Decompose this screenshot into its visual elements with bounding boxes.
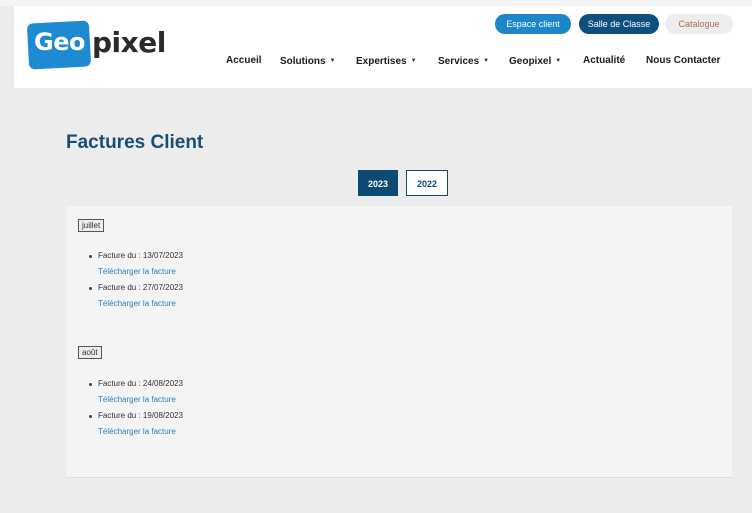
salle-de-classe-button[interactable]: Salle de Classe: [579, 14, 659, 34]
invoice-list-juillet: Facture du : 13/07/2023 Télécharger la f…: [88, 248, 183, 312]
site-header: Geo pixel Espace client Salle de Classe …: [14, 6, 752, 88]
nav-nous-contacter[interactable]: Nous Contacter: [646, 54, 720, 68]
nav-accueil[interactable]: Accueil: [226, 54, 262, 68]
catalogue-button[interactable]: Catalogue: [665, 14, 733, 34]
dropdown-caret-icon: ▼: [555, 58, 562, 64]
month-label-aout: août: [78, 346, 102, 359]
download-invoice-link[interactable]: Télécharger la facture: [88, 424, 183, 440]
invoice-item: Facture du : 27/07/2023: [88, 280, 183, 296]
invoices-panel: juillet Facture du : 13/07/2023 Téléchar…: [66, 206, 732, 478]
nav-geopixel[interactable]: Geopixel ▼: [509, 54, 561, 69]
logo-text-geo: Geo: [34, 28, 85, 56]
year-tab-2023[interactable]: 2023: [358, 170, 398, 196]
dropdown-caret-icon: ▼: [410, 58, 417, 64]
dropdown-caret-icon: ▼: [483, 58, 490, 64]
invoice-item: Facture du : 24/08/2023: [88, 376, 183, 392]
month-label-juillet: juillet: [78, 219, 105, 232]
download-invoice-link[interactable]: Télécharger la facture: [88, 392, 183, 408]
download-invoice-link[interactable]: Télécharger la facture: [88, 296, 183, 312]
dropdown-caret-icon: ▼: [329, 58, 336, 64]
nav-actualite[interactable]: Actualité: [583, 54, 625, 68]
nav-expertises[interactable]: Expertises ▼: [356, 54, 417, 69]
invoice-list-aout: Facture du : 24/08/2023 Télécharger la f…: [88, 376, 183, 440]
invoice-item: Facture du : 19/08/2023: [88, 408, 183, 424]
invoice-item: Facture du : 13/07/2023: [88, 248, 183, 264]
page-title: Factures Client: [66, 132, 204, 153]
nav-services[interactable]: Services ▼: [438, 54, 489, 69]
nav-solutions[interactable]: Solutions ▼: [280, 54, 336, 69]
espace-client-button[interactable]: Espace client: [495, 14, 571, 34]
year-tab-2022[interactable]: 2022: [406, 170, 448, 196]
main-nav: Accueil Solutions ▼ Expertises ▼ Services ▼…: [14, 54, 752, 68]
download-invoice-link[interactable]: Télécharger la facture: [88, 264, 183, 280]
